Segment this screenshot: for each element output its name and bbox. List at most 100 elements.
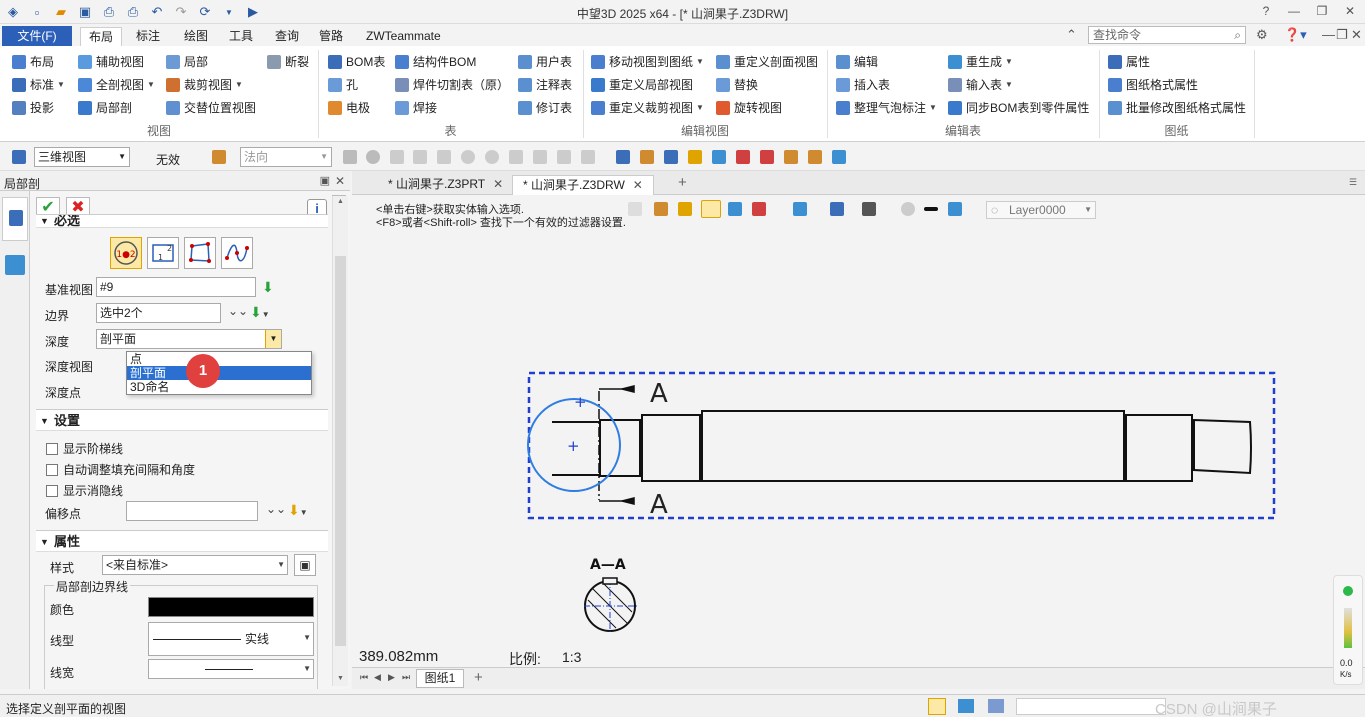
weld-table-button[interactable]: 焊接: [395, 98, 437, 118]
doc-restore-icon[interactable]: ❐: [1336, 27, 1348, 43]
scroll-up-icon[interactable]: ▲: [337, 198, 344, 205]
tangent-snap-icon[interactable]: [581, 150, 595, 164]
close-panel-icon[interactable]: ✕: [335, 174, 345, 188]
minimize-icon[interactable]: —: [1285, 3, 1303, 19]
color-swatch[interactable]: [148, 597, 314, 617]
add-sheet-icon[interactable]: +: [474, 669, 483, 686]
mode-spline-button[interactable]: [221, 237, 253, 269]
gear-snap-icon[interactable]: [343, 150, 357, 164]
crop-view-button[interactable]: 裁剪视图 ▼: [166, 75, 243, 95]
grid-filter-icon[interactable]: [736, 150, 750, 164]
view-filter-icon[interactable]: [12, 150, 26, 164]
play-snap-icon[interactable]: [366, 150, 380, 164]
alternate-position-button[interactable]: 交替位置视图: [166, 98, 256, 118]
properties-tab-icon[interactable]: [2, 197, 28, 241]
checkbox-box[interactable]: [46, 484, 58, 497]
command-search-input[interactable]: 查找命令 ⌕: [1088, 26, 1246, 44]
depth-select[interactable]: 剖平面 ▼: [96, 329, 282, 349]
close-icon[interactable]: ✕: [1341, 3, 1359, 19]
sketch-filter-icon[interactable]: [712, 150, 726, 164]
aux-view-button[interactable]: 辅助视图: [78, 52, 144, 72]
panel-scrollbar[interactable]: ▲ ▼: [332, 196, 348, 686]
pin-icon[interactable]: ▣: [320, 174, 330, 187]
status-input[interactable]: [1016, 698, 1166, 715]
depth-option-point[interactable]: 点: [127, 352, 311, 366]
marker-filter-icon[interactable]: [808, 150, 822, 164]
edit-table-button[interactable]: 编辑: [836, 52, 878, 72]
pick-green-dropdown-icon[interactable]: ⬇▼: [250, 304, 270, 321]
auto-hatch-checkbox[interactable]: 自动调整填充间隔和角度: [46, 461, 195, 478]
display-toggle-icon[interactable]: [958, 699, 974, 713]
wave-snap-icon[interactable]: [533, 150, 547, 164]
drawing-canvas[interactable]: <单击右键>获取实体输入选项. <F8>或者<Shift-roll> 查找下一个…: [352, 195, 1365, 667]
center-snap-icon[interactable]: [461, 150, 475, 164]
full-section-button[interactable]: 全剖视图 ▼: [78, 75, 155, 95]
next-sheet-icon[interactable]: ▶: [388, 672, 395, 683]
brush-filter-icon[interactable]: [640, 150, 654, 164]
mode-rect-button[interactable]: 12: [147, 237, 179, 269]
depth-option-3d-named[interactable]: 3D命名: [127, 380, 311, 394]
add-tab-icon[interactable]: +: [678, 174, 687, 191]
linetype-select[interactable]: 实线 ▼: [148, 622, 314, 656]
weld-cut-table-button[interactable]: 焊件切割表（原）: [395, 75, 509, 95]
edge-filter-icon[interactable]: [688, 150, 702, 164]
revision-table-button[interactable]: 修订表: [518, 98, 572, 118]
sheet-properties-button[interactable]: 属性: [1108, 52, 1150, 72]
tab-annotate[interactable]: 标注: [128, 27, 168, 46]
tab-zwteammate[interactable]: ZWTeammate: [358, 27, 449, 46]
list-toggle-icon[interactable]: [988, 699, 1004, 713]
replace-button[interactable]: 替换: [716, 75, 758, 95]
expand-double-chevron-icon[interactable]: ⌄⌄: [266, 502, 286, 516]
tab-drawing-file[interactable]: * 山涧果子.Z3DRW ✕: [512, 175, 654, 195]
tab-piping[interactable]: 管路: [311, 27, 351, 46]
projection-button[interactable]: 投影: [12, 98, 54, 118]
section-required-header[interactable]: 必选: [36, 214, 328, 228]
redefine-section-view-button[interactable]: 重定义剖面视图: [716, 52, 818, 72]
curve-snap-icon[interactable]: [509, 150, 523, 164]
circle-snap-icon[interactable]: [485, 150, 499, 164]
search-icon[interactable]: ⌕: [1234, 27, 1241, 43]
prev-sheet-icon[interactable]: ◀: [374, 672, 381, 683]
hole-table-button[interactable]: 孔: [328, 75, 358, 95]
settings-gear-icon[interactable]: ⚙: [1256, 27, 1268, 43]
filter-icon[interactable]: [212, 150, 226, 164]
redefine-detail-view-button[interactable]: 重定义局部视图: [591, 75, 693, 95]
style-select[interactable]: <来自标准> ▼: [102, 555, 288, 575]
offset-point-field[interactable]: [126, 501, 258, 521]
close-tab-icon[interactable]: ✕: [493, 177, 503, 191]
tab-menu-icon[interactable]: ☰: [1349, 177, 1357, 188]
save-style-icon[interactable]: ▣: [294, 554, 316, 576]
point-snap-icon[interactable]: [390, 150, 404, 164]
close-tab-icon[interactable]: ✕: [633, 178, 643, 192]
pick-green-icon[interactable]: ⬇: [262, 279, 274, 296]
break-view-button[interactable]: 断裂: [267, 52, 309, 72]
normal-combo[interactable]: 法向 ▼: [240, 147, 332, 167]
expand-double-chevron-icon[interactable]: ⌄⌄: [228, 304, 248, 318]
tab-draw[interactable]: 绘图: [176, 27, 216, 46]
boundary-field[interactable]: 选中2个: [96, 303, 221, 323]
redefine-crop-view-button[interactable]: 重定义裁剪视图 ▼: [591, 98, 704, 118]
help-dropdown-icon[interactable]: ❓▾: [1284, 27, 1307, 43]
tab-query[interactable]: 查询: [267, 27, 307, 46]
annotation-filter-icon[interactable]: [784, 150, 798, 164]
tab-layout[interactable]: 布局: [80, 27, 123, 46]
electrode-table-button[interactable]: 电极: [328, 98, 370, 118]
sheet-format-properties-button[interactable]: 图纸格式属性: [1108, 75, 1198, 95]
bom-table-button[interactable]: BOM表: [328, 52, 385, 72]
help-icon[interactable]: ?: [1257, 3, 1275, 19]
collapse-ribbon-icon[interactable]: ⌃: [1066, 27, 1077, 43]
base-view-field[interactable]: #9: [96, 277, 256, 297]
insert-table-button[interactable]: 插入表: [836, 75, 890, 95]
move-view-to-sheet-button[interactable]: 移动视图到图纸 ▼: [591, 52, 704, 72]
view-type-combo[interactable]: 三维视图 ▼: [34, 147, 130, 167]
grid-toggle-icon[interactable]: [928, 698, 946, 715]
import-table-button[interactable]: 输入表 ▼: [948, 75, 1013, 95]
line-snap-icon[interactable]: [413, 150, 427, 164]
tab-tools[interactable]: 工具: [221, 27, 261, 46]
pick-point-icon[interactable]: ⬇▼: [288, 502, 308, 519]
history-tab-icon[interactable]: [5, 255, 25, 275]
standard-view-button[interactable]: 标准 ▼: [12, 75, 65, 95]
linewidth-select[interactable]: ▼: [148, 659, 314, 679]
last-sheet-icon[interactable]: ⏭: [402, 672, 410, 683]
user-table-button[interactable]: 用户表: [518, 52, 572, 72]
